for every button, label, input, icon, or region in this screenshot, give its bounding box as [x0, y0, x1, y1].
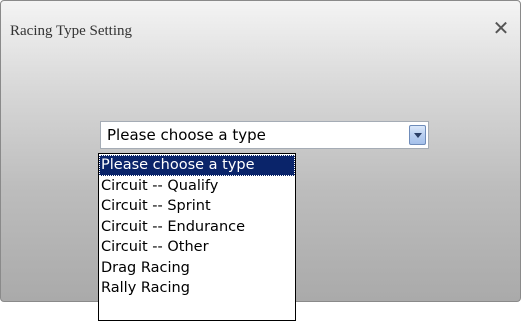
dropdown-arrow-glyph [414, 133, 422, 138]
option-please-choose[interactable]: Please choose a type [99, 155, 295, 176]
option-circuit-endurance[interactable]: Circuit -- Endurance [99, 217, 295, 238]
close-icon[interactable]: ✕ [490, 17, 512, 39]
option-circuit-qualify[interactable]: Circuit -- Qualify [99, 176, 295, 197]
chevron-down-icon[interactable] [409, 125, 426, 145]
option-drag-racing[interactable]: Drag Racing [99, 258, 295, 279]
select-value: Please choose a type [107, 126, 266, 144]
racing-type-options-list[interactable]: Please choose a type Circuit -- Qualify … [98, 153, 296, 321]
option-circuit-other[interactable]: Circuit -- Other [99, 237, 295, 258]
option-rally-racing[interactable]: Rally Racing [99, 278, 295, 299]
option-circuit-sprint[interactable]: Circuit -- Sprint [99, 196, 295, 217]
dialog-title: Racing Type Setting [10, 23, 132, 39]
racing-type-select[interactable]: Please choose a type [100, 121, 429, 149]
